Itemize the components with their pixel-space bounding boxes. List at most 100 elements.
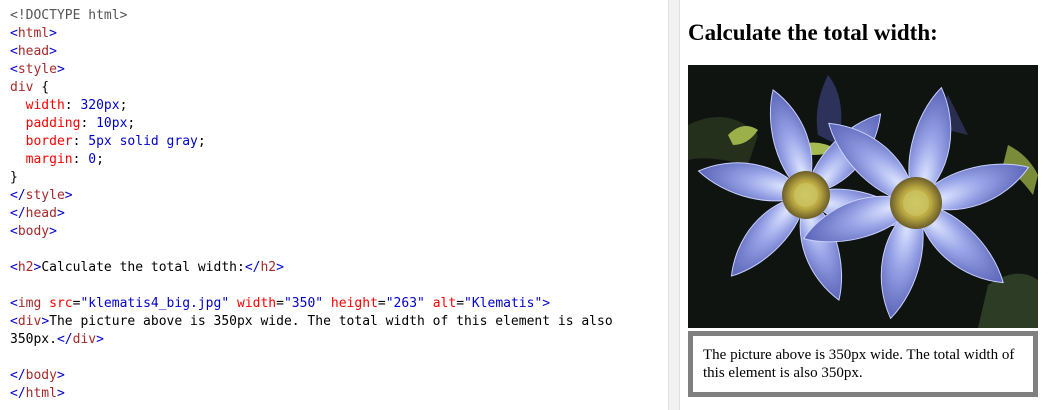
- code-token: </: [10, 188, 26, 203]
- code-token: html: [17, 26, 50, 41]
- code-line: </body>: [10, 367, 668, 385]
- code-token: h2: [260, 260, 277, 275]
- code-token: style: [25, 188, 65, 203]
- code-token: alt: [424, 296, 457, 311]
- code-token: >: [542, 296, 551, 311]
- pane-divider[interactable]: [668, 0, 680, 410]
- code-token: :: [72, 152, 89, 167]
- code-token: "klematis4_big.jpg": [80, 296, 230, 311]
- code-line: </head>: [10, 205, 668, 223]
- result-pane: Calculate the total width: The picture a…: [680, 0, 1052, 410]
- code-token: body: [17, 224, 50, 239]
- code-line: <html>: [10, 25, 668, 43]
- code-token: margin: [25, 152, 73, 167]
- code-token: 0: [88, 152, 97, 167]
- code-token: {: [33, 80, 50, 95]
- code-token: </: [10, 368, 26, 383]
- code-token: >: [276, 260, 284, 275]
- code-line: <div>The picture above is 350px wide. Th…: [10, 313, 668, 331]
- code-token: >: [41, 314, 50, 329]
- code-token: "263": [385, 296, 425, 311]
- code-line: <!DOCTYPE html>: [10, 7, 668, 25]
- code-line: </html>: [10, 385, 668, 403]
- code-token: <: [10, 26, 18, 41]
- code-token: 10px: [96, 116, 128, 131]
- code-token: style: [17, 62, 57, 77]
- code-token: <: [10, 296, 18, 311]
- code-line: div {: [10, 79, 668, 97]
- code-token: }: [10, 170, 18, 185]
- code-line: border: 5px solid gray;: [10, 133, 668, 151]
- code-token: html: [25, 386, 57, 401]
- code-line: 350px.</div>: [10, 331, 668, 349]
- code-token: >: [64, 188, 73, 203]
- code-line: margin: 0;: [10, 151, 668, 169]
- code-line: <img src="klematis4_big.jpg" width="350"…: [10, 295, 668, 313]
- code-token: width: [25, 98, 65, 113]
- code-token: img: [17, 296, 42, 311]
- code-token: border: [25, 134, 73, 149]
- code-token: >: [56, 368, 65, 383]
- code-token: <: [10, 314, 18, 329]
- code-line: </style>: [10, 187, 668, 205]
- code-token: div: [72, 332, 97, 347]
- code-token: body: [25, 368, 57, 383]
- code-token: <: [10, 224, 18, 239]
- code-token: "350": [283, 296, 324, 311]
- code-token: =: [276, 296, 284, 311]
- code-line: <h2>Calculate the total width:</h2>: [10, 259, 668, 277]
- code-token: >: [56, 206, 65, 221]
- code-token: <: [10, 44, 18, 59]
- code-token: ;: [197, 134, 206, 149]
- code-token: </: [10, 386, 26, 401]
- code-token: div: [17, 314, 42, 329]
- klematis-image: [688, 65, 1038, 328]
- code-token: <: [10, 62, 18, 77]
- code-line: width: 320px;: [10, 97, 668, 115]
- code-token: :: [64, 98, 81, 113]
- code-token: Calculate the total width:: [41, 260, 245, 275]
- code-token: </: [56, 332, 73, 347]
- code-token: 5px solid gray: [88, 134, 198, 149]
- code-token: head: [17, 44, 50, 59]
- code-token: div: [10, 80, 34, 95]
- code-token: 350px.: [10, 332, 57, 347]
- code-token: The picture above is 350px wide. The tot…: [49, 314, 613, 329]
- code-token: ;: [119, 98, 128, 113]
- code-token: ;: [96, 152, 104, 167]
- code-token: >: [49, 44, 57, 59]
- code-token: 320px: [80, 98, 120, 113]
- code-token: :: [80, 116, 97, 131]
- code-token: src: [41, 296, 73, 311]
- code-token: >: [56, 62, 65, 77]
- code-editor[interactable]: <!DOCTYPE html> <html> <head> <style> div { …: [0, 0, 668, 410]
- code-token: padding: [25, 116, 81, 131]
- code-token: :: [72, 134, 89, 149]
- code-token: width: [229, 296, 277, 311]
- code-line: <body>: [10, 223, 668, 241]
- code-token: >: [49, 224, 57, 239]
- code-token: <!DOCTYPE html>: [10, 8, 128, 23]
- code-line: padding: 10px;: [10, 115, 668, 133]
- code-token: >: [49, 26, 57, 41]
- code-token: </: [244, 260, 261, 275]
- code-line: <head>: [10, 43, 668, 61]
- code-token: h2: [17, 260, 34, 275]
- code-token: height: [323, 296, 378, 311]
- code-token: ;: [127, 116, 136, 131]
- code-token: "Klematis": [464, 296, 543, 311]
- result-text-box: The picture above is 350px wide. The tot…: [688, 331, 1038, 397]
- code-token: <: [10, 260, 18, 275]
- code-line: <style>: [10, 61, 668, 79]
- code-token: >: [56, 386, 65, 401]
- code-token: =: [456, 296, 465, 311]
- code-token: </: [10, 206, 26, 221]
- result-heading: Calculate the total width:: [688, 20, 938, 45]
- code-token: =: [377, 296, 386, 311]
